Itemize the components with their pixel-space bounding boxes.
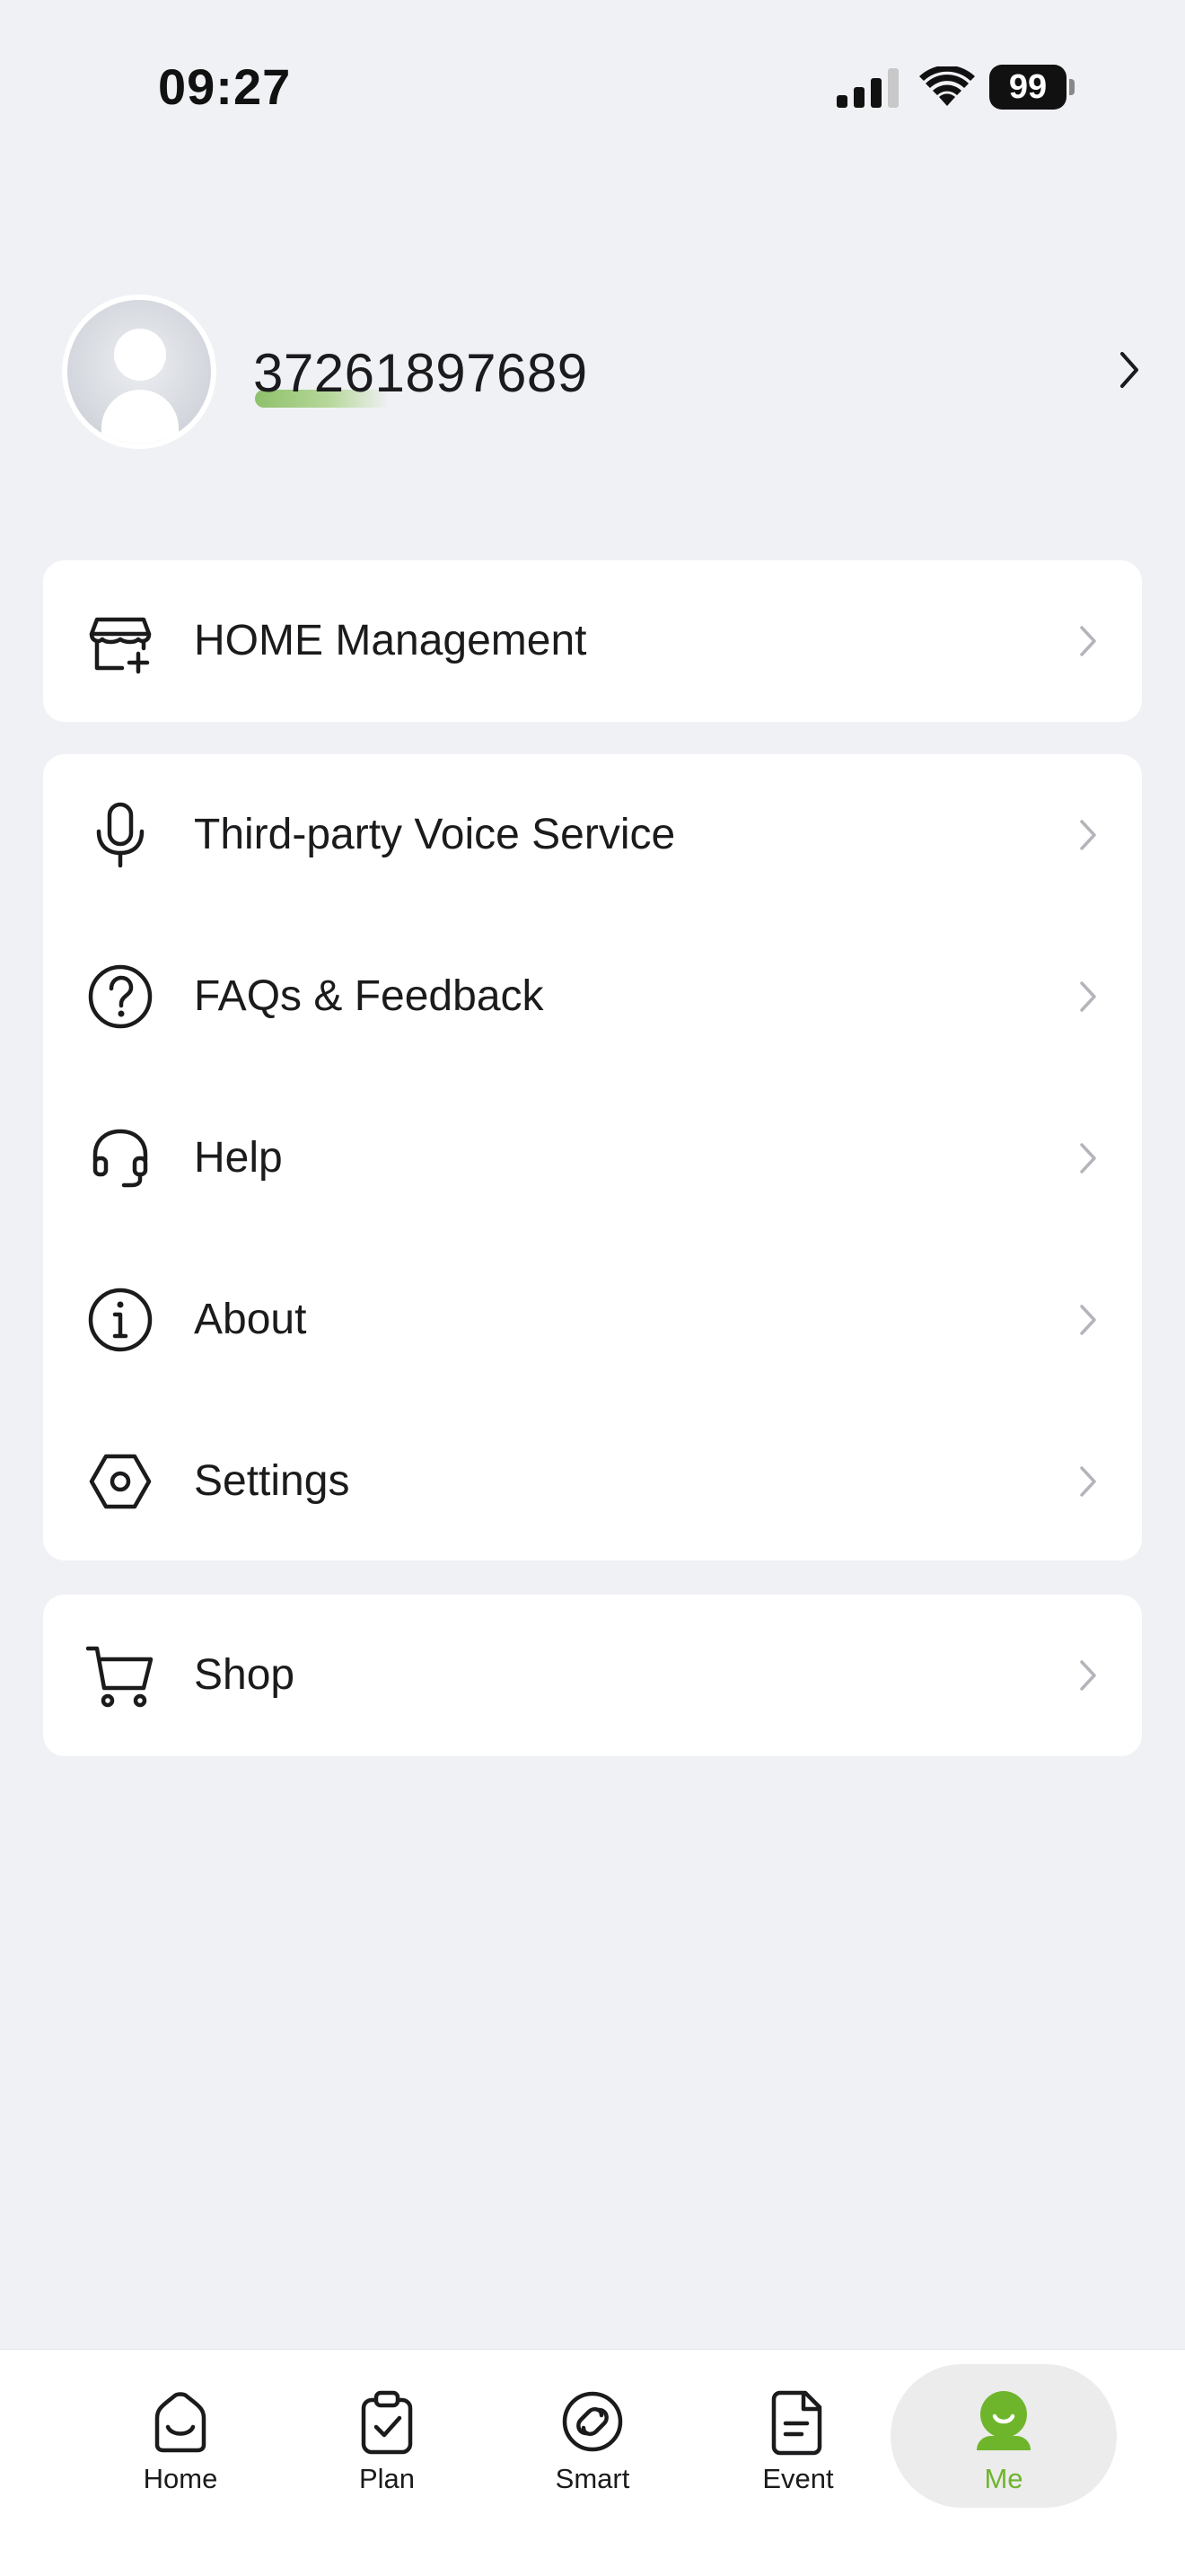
smart-link-icon <box>562 2391 623 2452</box>
tab-label-home: Home <box>143 2463 218 2494</box>
shop-card: Shop <box>43 1595 1142 1756</box>
avatar-body <box>101 390 179 444</box>
profile-row[interactable]: 37261897689 <box>43 293 1142 454</box>
question-circle-icon <box>88 964 153 1029</box>
status-icons: 99 <box>837 65 1079 111</box>
home-management-card: HOME Management <box>43 560 1142 722</box>
menu-item-about[interactable]: About <box>43 1239 1142 1401</box>
chevron-right-icon <box>1080 1466 1096 1497</box>
main-menu-card: Third-party Voice Service FAQs & Feedbac… <box>43 754 1142 1561</box>
menu-label-home-management: HOME Management <box>194 617 587 664</box>
menu-label-help: Help <box>194 1134 283 1182</box>
tab-label-me: Me <box>984 2463 1023 2494</box>
signal-icon <box>837 68 899 108</box>
tab-smart[interactable]: Smart <box>478 2366 707 2510</box>
chevron-right-icon[interactable] <box>1117 348 1142 391</box>
avatar-head <box>114 329 166 381</box>
microphone-icon <box>96 802 145 868</box>
menu-label-about: About <box>194 1296 307 1343</box>
headset-icon <box>92 1129 148 1188</box>
battery-level: 99 <box>989 65 1066 110</box>
shopping-cart-icon <box>86 1646 154 1708</box>
gear-hexagon-icon <box>89 1454 152 1509</box>
home-store-icon <box>89 617 152 674</box>
tab-plan[interactable]: Plan <box>273 2366 501 2510</box>
document-icon <box>771 2390 822 2456</box>
menu-item-settings[interactable]: Settings <box>43 1401 1142 1562</box>
battery-tip <box>1069 79 1075 95</box>
tab-label-plan: Plan <box>358 2463 416 2494</box>
menu-label-faqs: FAQs & Feedback <box>194 972 544 1020</box>
menu-item-help[interactable]: Help <box>43 1077 1142 1239</box>
status-time: 09:27 <box>158 58 292 115</box>
tab-label-smart: Smart <box>555 2463 630 2494</box>
menu-label-settings: Settings <box>194 1457 350 1505</box>
chevron-right-icon <box>1080 981 1096 1012</box>
avatar[interactable] <box>67 300 211 444</box>
menu-label-voice-service: Third-party Voice Service <box>194 811 676 858</box>
me-user-icon <box>977 2391 1031 2450</box>
menu-label-shop: Shop <box>194 1651 295 1699</box>
chevron-right-icon <box>1080 820 1096 850</box>
tab-label-event: Event <box>762 2463 834 2494</box>
profile-user-id: 37261897689 <box>253 343 588 403</box>
profile-id-wrap: 37261897689 <box>253 338 588 409</box>
info-circle-icon <box>88 1288 153 1352</box>
tab-event[interactable]: Event <box>684 2366 912 2510</box>
home-icon <box>154 2392 206 2453</box>
chevron-right-icon <box>1080 1305 1096 1335</box>
clipboard-check-icon <box>361 2390 413 2455</box>
status-bar: 09:27 99 <box>0 0 1185 171</box>
chevron-right-icon <box>1080 1143 1096 1174</box>
tab-home[interactable]: Home <box>66 2366 294 2510</box>
tab-me[interactable]: Me <box>890 2366 1118 2510</box>
tab-bar: Home Plan Smart Event Me <box>0 2349 1185 2576</box>
menu-item-home-management[interactable]: HOME Management <box>43 560 1142 722</box>
chevron-right-icon <box>1080 626 1096 656</box>
menu-item-shop[interactable]: Shop <box>43 1595 1142 1756</box>
battery-icon: 99 <box>989 65 1075 110</box>
wifi-icon <box>919 66 975 106</box>
menu-item-faqs[interactable]: FAQs & Feedback <box>43 916 1142 1077</box>
menu-item-voice-service[interactable]: Third-party Voice Service <box>43 754 1142 916</box>
chevron-right-icon <box>1080 1660 1096 1691</box>
